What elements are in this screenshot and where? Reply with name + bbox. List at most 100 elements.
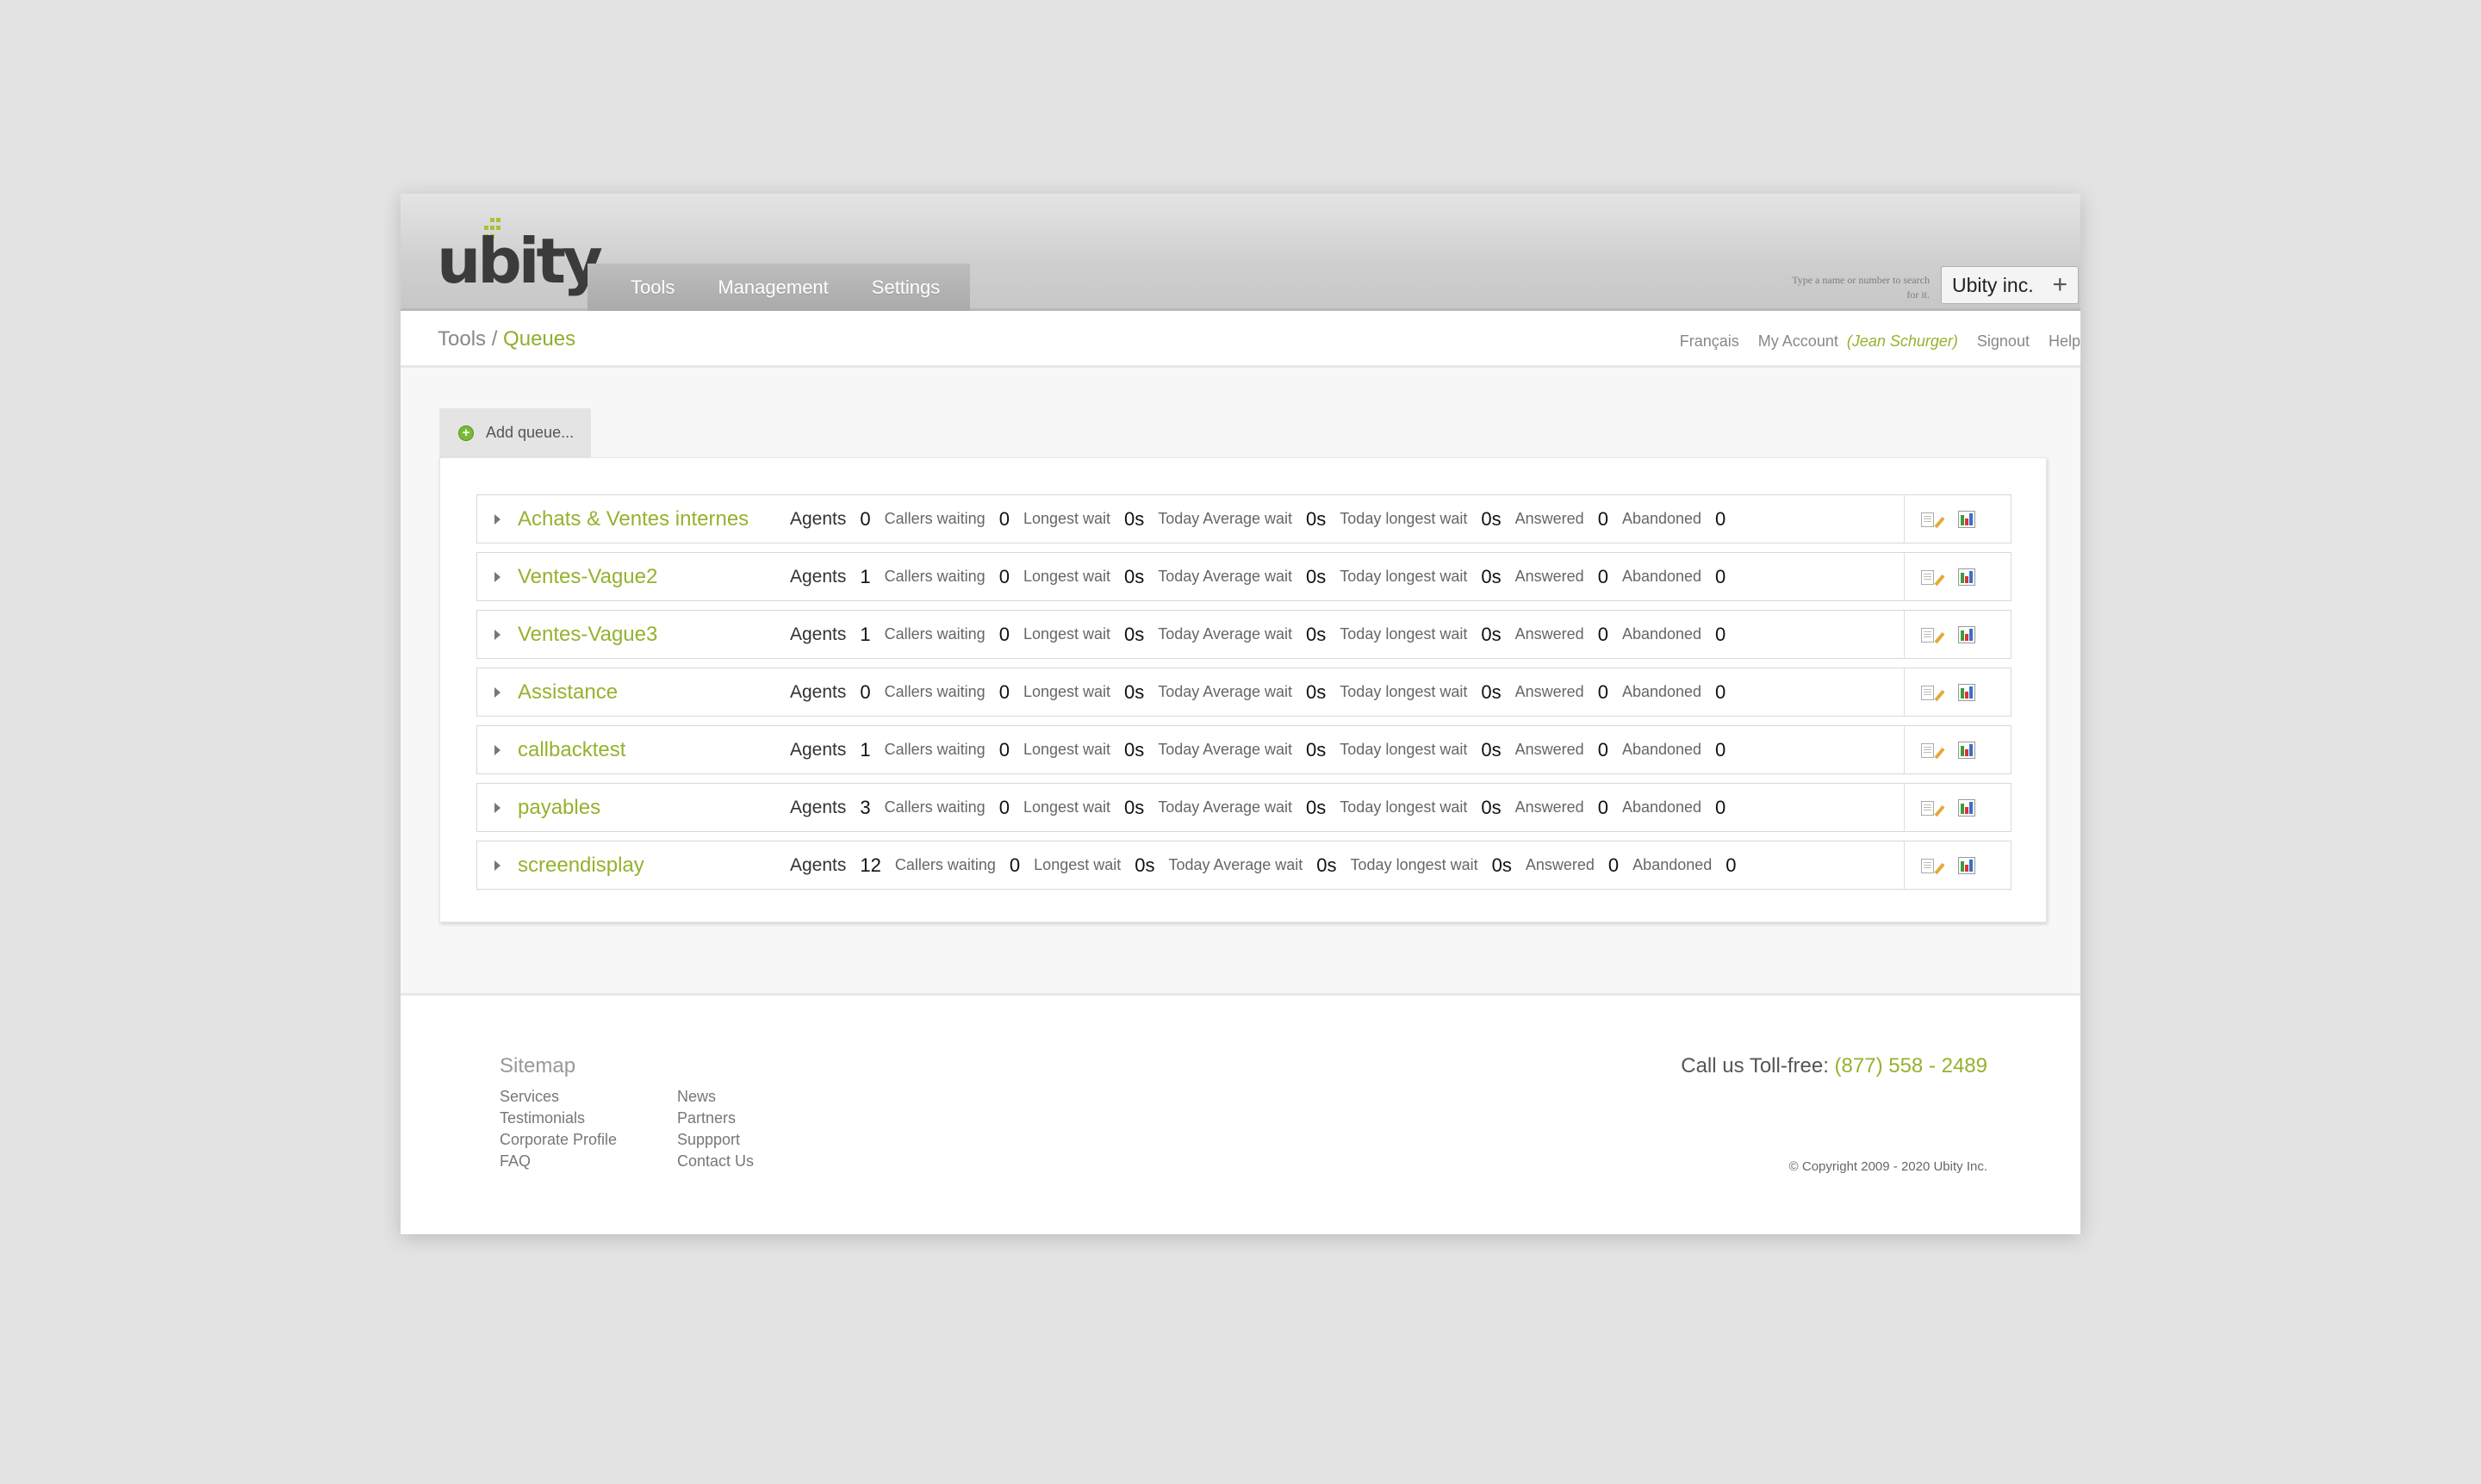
expand-arrow-icon[interactable]	[494, 571, 501, 582]
my-account-link[interactable]: My Account	[1758, 332, 1838, 351]
stats-chart-icon[interactable]	[1958, 683, 1975, 701]
signout-link[interactable]: Signout	[1977, 332, 2030, 351]
today-longest-wait-label: Today longest wait	[1350, 856, 1478, 873]
agents-value: 3	[860, 796, 871, 818]
footer-link-faq[interactable]: FAQ	[500, 1153, 617, 1170]
stats-chart-icon[interactable]	[1958, 798, 1975, 817]
stats-chart-icon[interactable]	[1958, 741, 1975, 759]
expand-arrow-icon[interactable]	[494, 686, 501, 698]
footer-link-partners[interactable]: Partners	[677, 1110, 754, 1127]
callers-waiting-value: 0	[998, 796, 1010, 818]
expand-arrow-icon[interactable]	[494, 744, 501, 755]
queue-name[interactable]: screendisplay	[518, 854, 790, 878]
longest-wait-value: 0s	[1135, 854, 1155, 876]
row-actions	[1904, 726, 2011, 773]
expand-arrow-icon[interactable]	[494, 513, 501, 525]
copyright: © Copyright 2009 - 2020 Ubity Inc.	[1788, 1159, 1987, 1174]
expand-arrow-icon[interactable]	[494, 629, 501, 640]
agents-value: 0	[860, 507, 871, 530]
nav-management[interactable]: Management	[696, 276, 849, 299]
answered-label: Answered	[1514, 625, 1584, 643]
footer-link-news[interactable]: News	[677, 1089, 754, 1105]
longest-wait-value: 0s	[1124, 680, 1145, 703]
breadcrumb-root[interactable]: Tools	[438, 327, 486, 351]
answered-value: 0	[1597, 565, 1608, 587]
today-avg-wait-value: 0s	[1306, 738, 1327, 761]
agents-value: 1	[860, 623, 871, 645]
footer-link-contact[interactable]: Contact Us	[677, 1153, 754, 1170]
queue-name[interactable]: Ventes-Vague2	[518, 565, 790, 589]
abandoned-label: Abandoned	[1621, 798, 1702, 816]
abandoned-label: Abandoned	[1621, 510, 1702, 527]
today-avg-wait-label: Today Average wait	[1158, 568, 1293, 585]
today-longest-wait-value: 0s	[1481, 565, 1502, 587]
edit-icon[interactable]	[1920, 511, 1945, 528]
plus-icon[interactable]: +	[2052, 270, 2068, 300]
edit-icon[interactable]	[1920, 742, 1945, 759]
callers-waiting-label: Callers waiting	[884, 510, 986, 527]
app-window: ubity Tools Management Settings Type a n…	[401, 194, 2080, 1234]
abandoned-value: 0	[1715, 565, 1726, 587]
callers-waiting-label: Callers waiting	[894, 856, 996, 873]
edit-icon[interactable]	[1920, 799, 1945, 817]
expand-arrow-icon[interactable]	[494, 802, 501, 813]
answered-value: 0	[1597, 680, 1608, 703]
queue-name[interactable]: callbacktest	[518, 738, 790, 762]
stats-chart-icon[interactable]	[1958, 856, 1975, 874]
main-content: + Add queue... Achats & Ventes internes …	[401, 368, 2080, 993]
callers-waiting-label: Callers waiting	[884, 625, 986, 643]
company-search-input[interactable]: Ubity inc. +	[1941, 266, 2079, 304]
today-avg-wait-label: Today Average wait	[1158, 741, 1293, 758]
queue-name[interactable]: Ventes-Vague3	[518, 623, 790, 647]
tollfree: Call us Toll-free: (877) 558 - 2489	[1681, 1054, 1987, 1078]
callers-waiting-value: 0	[998, 565, 1010, 587]
today-longest-wait-value: 0s	[1481, 507, 1502, 530]
edit-icon[interactable]	[1920, 684, 1945, 701]
row-actions	[1904, 495, 2011, 543]
queue-name[interactable]: Achats & Ventes internes	[518, 507, 790, 531]
today-longest-wait-value: 0s	[1481, 680, 1502, 703]
queue-name[interactable]: payables	[518, 796, 790, 820]
logo-text: ubity	[437, 225, 603, 297]
tollfree-number[interactable]: (877) 558 - 2489	[1835, 1054, 1987, 1077]
company-name: Ubity inc.	[1952, 273, 2034, 296]
footer: Sitemap Services Testimonials Corporate …	[401, 993, 2080, 1231]
ubity-logo[interactable]: ubity	[437, 218, 603, 295]
add-queue-button[interactable]: + Add queue...	[439, 408, 591, 457]
today-avg-wait-label: Today Average wait	[1158, 510, 1293, 527]
edit-icon[interactable]	[1920, 626, 1945, 643]
footer-link-corporate-profile[interactable]: Corporate Profile	[500, 1132, 617, 1148]
abandoned-value: 0	[1715, 507, 1726, 530]
nav-tools[interactable]: Tools	[609, 276, 696, 299]
footer-link-testimonials[interactable]: Testimonials	[500, 1110, 617, 1127]
edit-icon[interactable]	[1920, 568, 1945, 586]
queue-name[interactable]: Assistance	[518, 680, 790, 705]
answered-value: 0	[1597, 623, 1608, 645]
longest-wait-label: Longest wait	[1023, 798, 1111, 816]
agents-value: 0	[860, 680, 871, 703]
edit-icon[interactable]	[1920, 857, 1945, 874]
breadcrumb: Tools / Queues	[438, 327, 575, 351]
today-longest-wait-value: 0s	[1481, 623, 1502, 645]
today-longest-wait-value: 0s	[1481, 796, 1502, 818]
answered-label: Answered	[1525, 856, 1595, 873]
callers-waiting-value: 0	[998, 738, 1010, 761]
breadcrumb-current: Queues	[503, 327, 576, 351]
stats-chart-icon[interactable]	[1958, 568, 1975, 586]
nav-settings[interactable]: Settings	[850, 276, 962, 299]
footer-link-support[interactable]: Suppport	[677, 1132, 754, 1148]
today-avg-wait-value: 0s	[1306, 680, 1327, 703]
expand-arrow-icon[interactable]	[494, 860, 501, 871]
longest-wait-label: Longest wait	[1034, 856, 1122, 873]
main-nav: Tools Management Settings	[588, 264, 970, 311]
help-link[interactable]: Help	[2049, 332, 2080, 351]
stats-chart-icon[interactable]	[1958, 625, 1975, 643]
footer-link-services[interactable]: Services	[500, 1089, 617, 1105]
stats-chart-icon[interactable]	[1958, 510, 1975, 528]
user-name[interactable]: (Jean Schurger)	[1847, 332, 1958, 351]
row-actions	[1904, 841, 2011, 889]
abandoned-value: 0	[1715, 796, 1726, 818]
queue-row: payables Agents 3 Callers waiting 0 Long…	[476, 783, 2012, 832]
language-link[interactable]: Français	[1680, 332, 1739, 351]
today-avg-wait-value: 0s	[1306, 796, 1327, 818]
